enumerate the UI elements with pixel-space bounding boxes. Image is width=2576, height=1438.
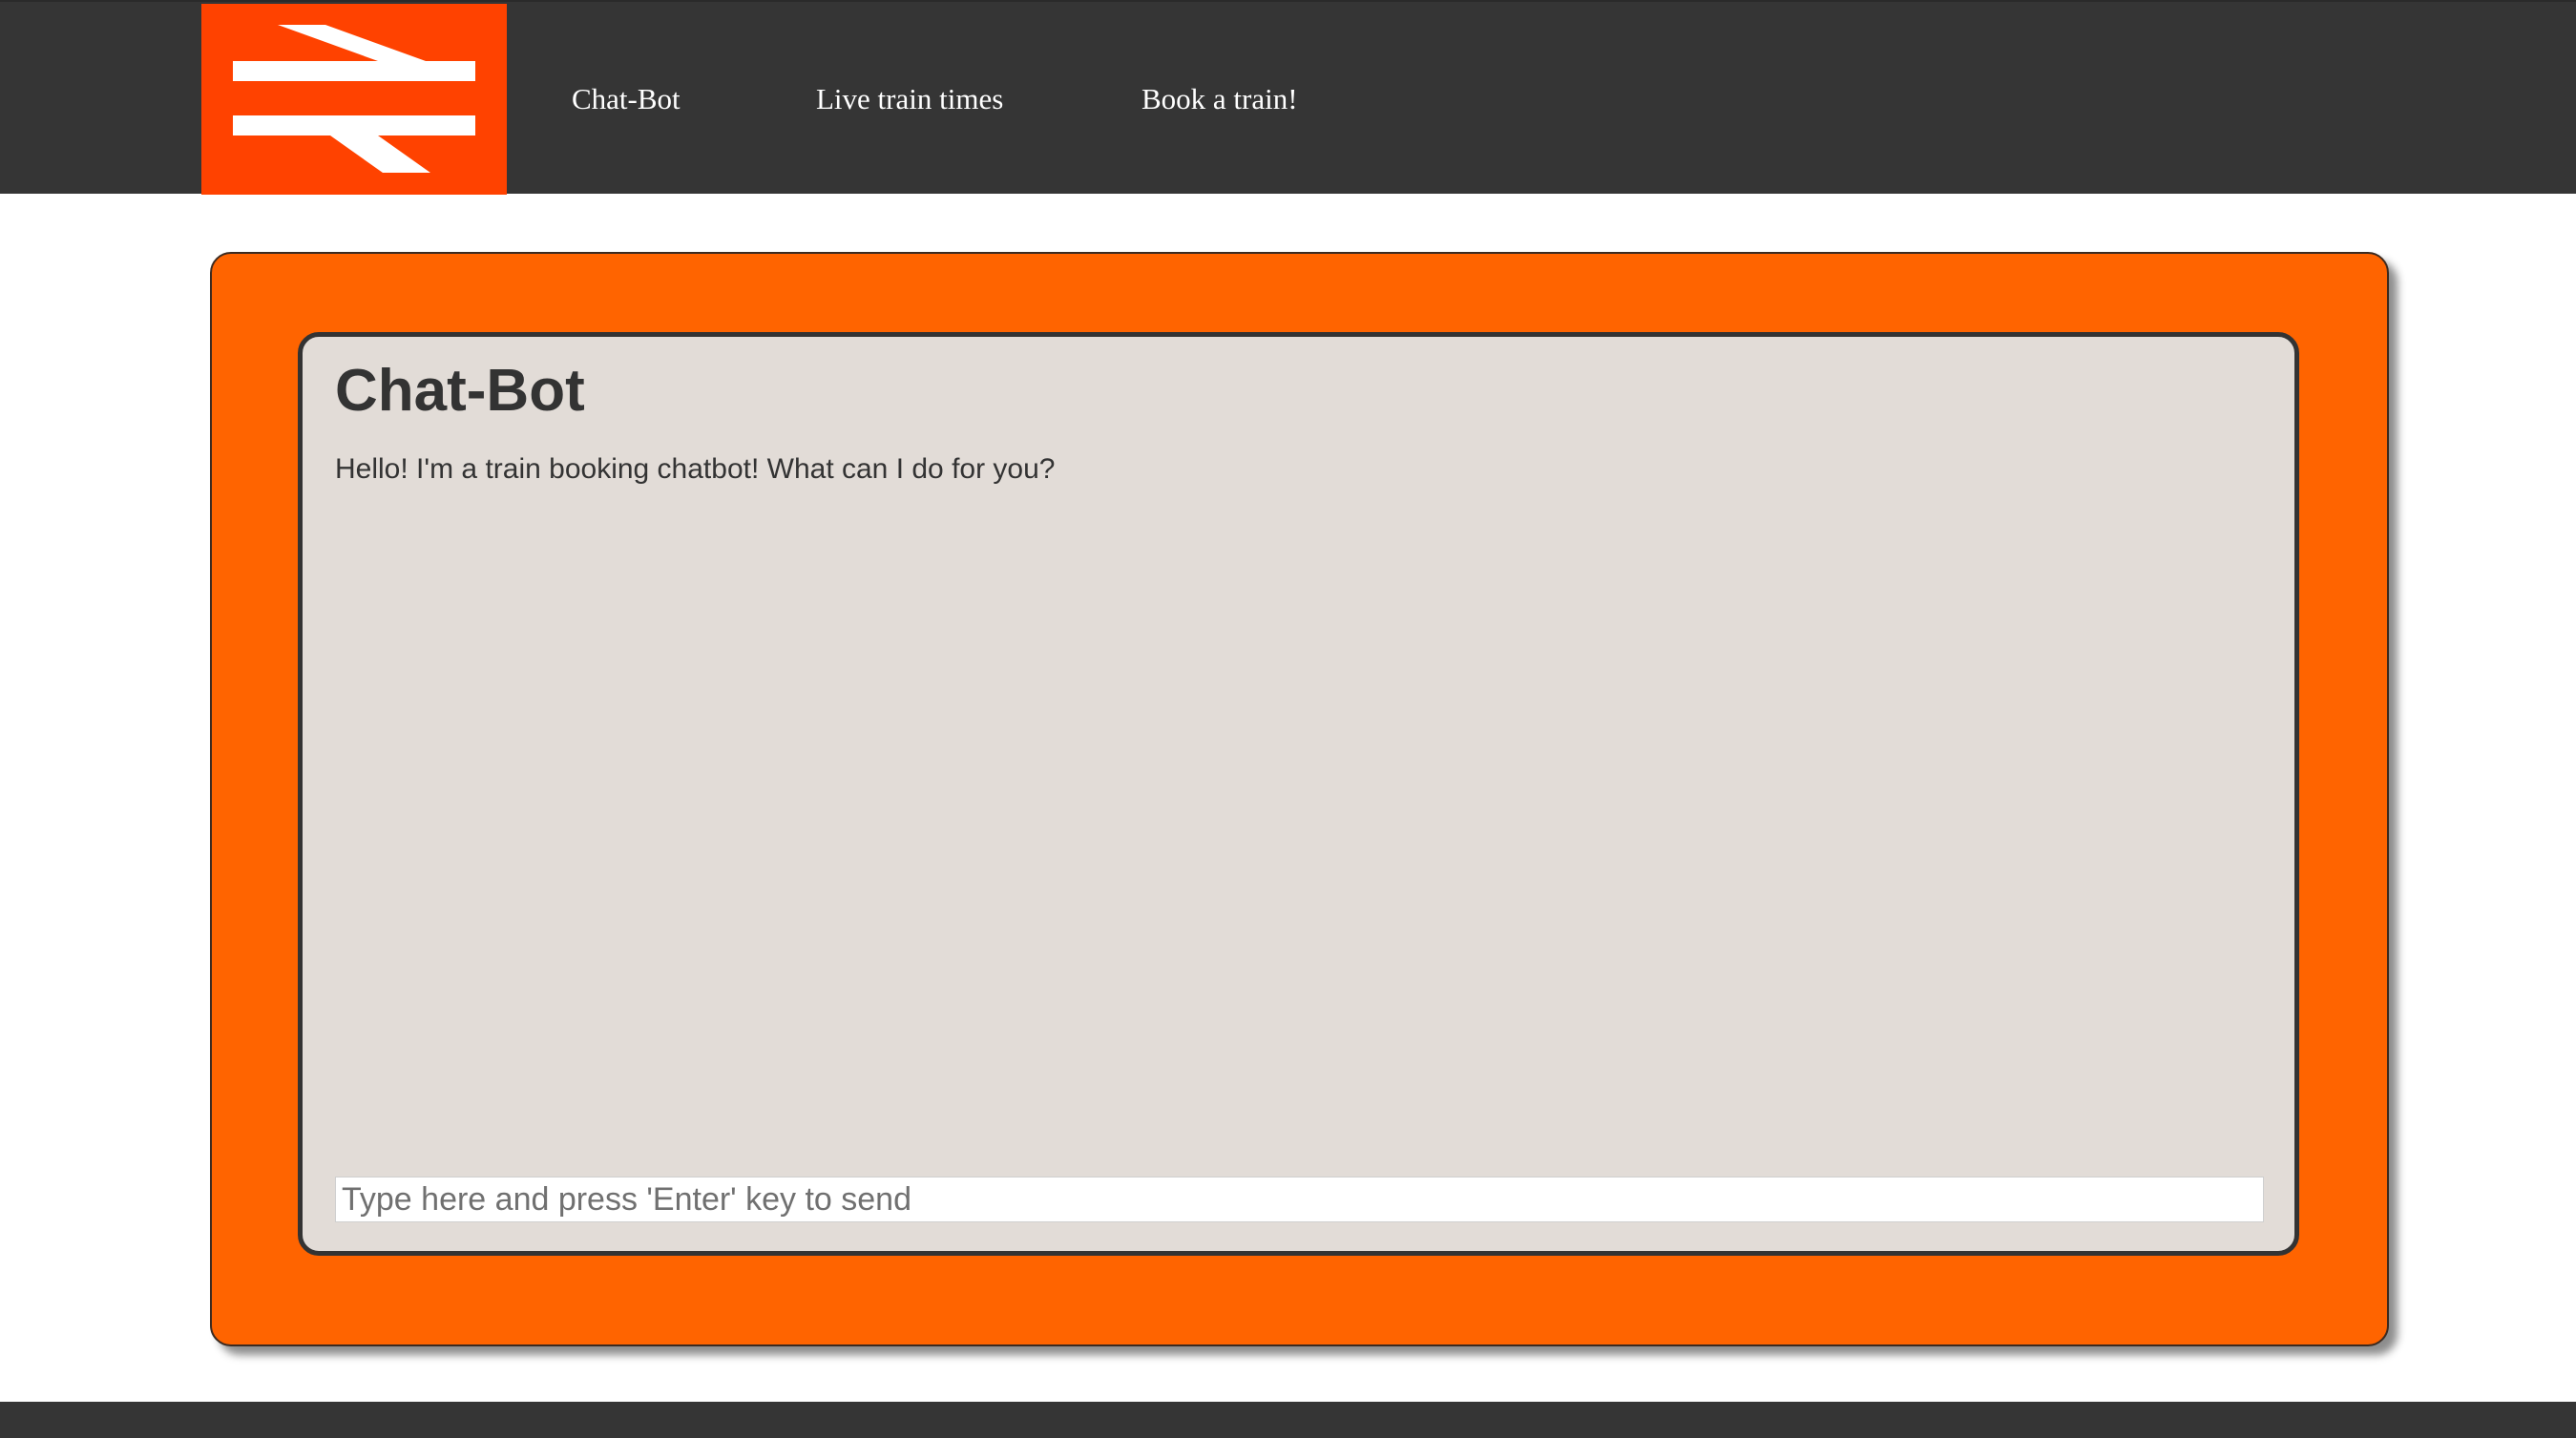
chat-message-input[interactable]: [335, 1177, 2264, 1222]
footer-bar: [0, 1402, 2576, 1438]
top-navigation-bar: Chat-Bot Live train times Book a train!: [0, 0, 2576, 195]
nav-link-chat-bot[interactable]: Chat-Bot: [572, 76, 681, 122]
chat-title: Chat-Bot: [335, 358, 585, 424]
bot-message: Hello! I'm a train booking chatbot! What…: [335, 453, 1056, 485]
british-rail-logo-icon[interactable]: [201, 4, 507, 195]
nav-link-book-a-train[interactable]: Book a train!: [1141, 76, 1298, 122]
chat-log: Hello! I'm a train booking chatbot! What…: [335, 449, 2244, 490]
chat-panel: Chat-Bot Hello! I'm a train booking chat…: [298, 332, 2299, 1256]
nav-link-live-train-times[interactable]: Live train times: [816, 76, 1003, 122]
